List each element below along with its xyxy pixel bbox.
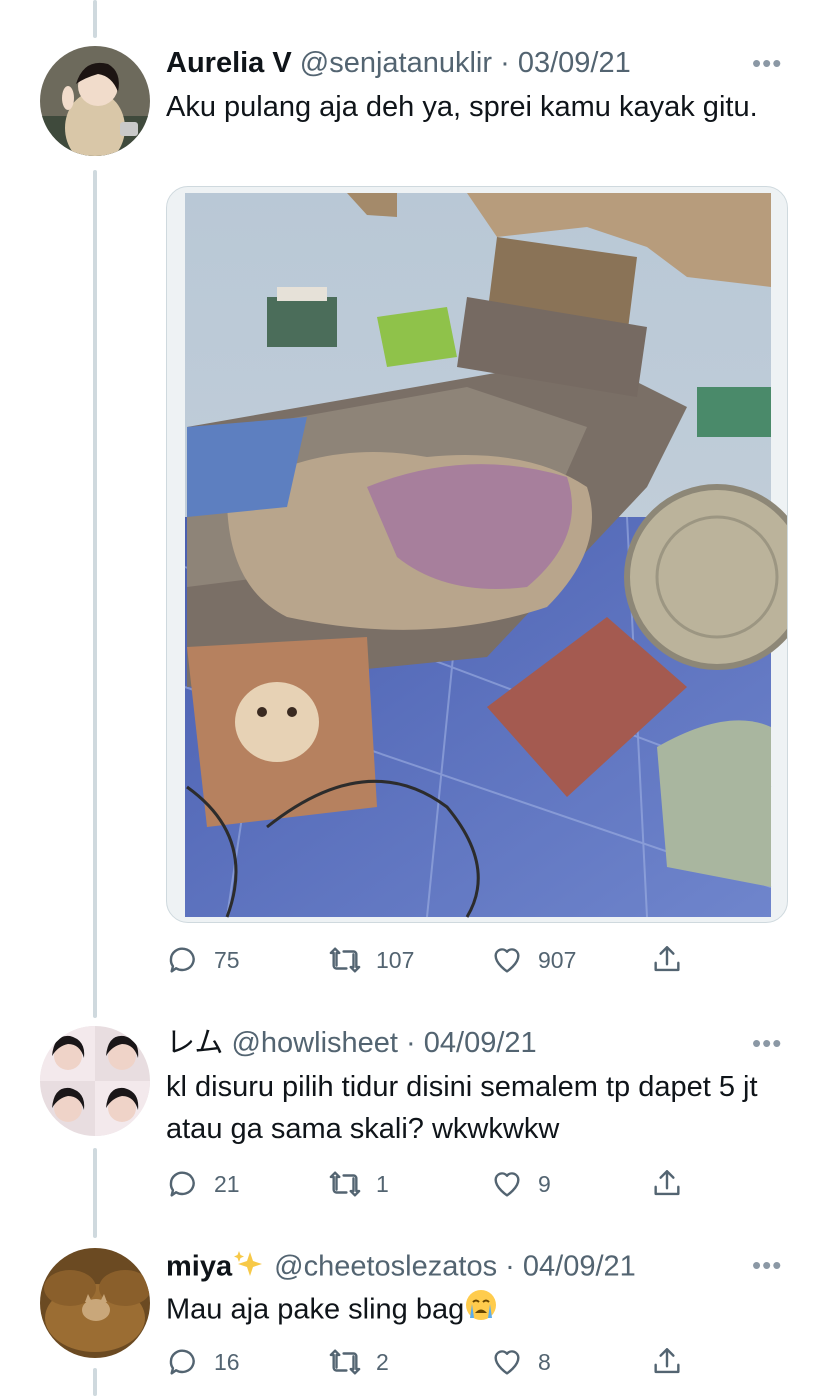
retweet-count: 2 <box>376 1348 389 1375</box>
heart-icon <box>494 1172 520 1197</box>
separator: · <box>406 1027 416 1059</box>
retweet-count: 1 <box>376 1170 389 1197</box>
reply-icon <box>169 947 195 973</box>
display-name[interactable]: Aurelia V <box>166 47 292 79</box>
share-button[interactable] <box>650 1342 684 1382</box>
user-handle[interactable]: @senjatanuklir <box>300 47 492 79</box>
reply-count: 21 <box>214 1170 240 1197</box>
tweet-photo[interactable] <box>166 186 788 923</box>
like-count: 8 <box>538 1348 551 1375</box>
avatar[interactable] <box>40 1248 150 1358</box>
retweet-button[interactable]: 2 <box>328 1342 389 1382</box>
sparkles-icon <box>232 1248 266 1288</box>
reply-count: 16 <box>214 1348 240 1375</box>
share-icon <box>654 1348 680 1374</box>
tweet-3[interactable]: miya @cheetoslezatos · 04/09/21 ••• Mau … <box>0 1222 828 1396</box>
share-icon <box>654 946 680 972</box>
tweet-date[interactable]: 04/09/21 <box>424 1027 537 1059</box>
crying-face-icon <box>464 1288 498 1334</box>
tweet-actions: 75 107 907 <box>166 940 726 980</box>
tweet-2[interactable]: レム @howlisheet · 04/09/21 ••• kl disuru … <box>0 1000 828 1220</box>
tweet-text: kl disuru pilih tidur disini semalem tp … <box>166 1071 758 1145</box>
reply-icon <box>169 1171 195 1197</box>
avatar[interactable] <box>40 1026 150 1136</box>
retweet-icon <box>329 1349 361 1375</box>
separator: · <box>505 1250 515 1283</box>
like-button[interactable]: 907 <box>490 940 576 980</box>
tweet-header: miya @cheetoslezatos · 04/09/21 <box>166 1248 636 1288</box>
like-count: 907 <box>538 946 577 973</box>
tweet-text: Aku pulang aja deh ya, sprei kamu kayak … <box>166 91 758 123</box>
share-button[interactable] <box>650 940 684 980</box>
tweet-date[interactable]: 04/09/21 <box>523 1251 636 1283</box>
like-count: 9 <box>538 1170 551 1197</box>
tweet-1[interactable]: Aurelia V @senjatanuklir · 03/09/21 ••• … <box>0 0 828 1000</box>
tweet-actions: 16 2 8 <box>166 1342 726 1382</box>
heart-icon <box>494 1350 520 1375</box>
tweet-text: Mau aja pake sling bag <box>166 1288 766 1334</box>
display-name[interactable]: レム <box>166 1027 223 1059</box>
retweet-icon <box>329 947 361 973</box>
like-button[interactable]: 9 <box>490 1164 551 1204</box>
retweet-icon <box>329 1171 361 1197</box>
share-button[interactable] <box>650 1164 684 1204</box>
user-handle[interactable]: @cheetoslezatos <box>274 1251 497 1283</box>
retweet-count: 107 <box>376 946 415 973</box>
display-name[interactable]: miya <box>166 1251 232 1283</box>
reply-button[interactable]: 16 <box>166 1342 240 1382</box>
more-options-icon[interactable]: ••• <box>752 1250 782 1281</box>
tweet-header: レム @howlisheet · 04/09/21 <box>166 1026 537 1060</box>
retweet-button[interactable]: 1 <box>328 1164 389 1204</box>
tweet-text-content: Mau aja pake sling bag <box>166 1293 465 1326</box>
reply-button[interactable]: 21 <box>166 1164 240 1204</box>
heart-icon <box>494 948 520 973</box>
user-handle[interactable]: @howlisheet <box>231 1027 397 1059</box>
more-options-icon[interactable]: ••• <box>752 1028 782 1059</box>
share-icon <box>654 1170 680 1196</box>
reply-icon <box>169 1349 195 1375</box>
separator: · <box>500 47 510 79</box>
more-options-icon[interactable]: ••• <box>752 48 782 79</box>
tweet-actions: 21 1 9 <box>166 1164 726 1204</box>
retweet-button[interactable]: 107 <box>328 940 414 980</box>
reply-button[interactable]: 75 <box>166 940 240 980</box>
like-button[interactable]: 8 <box>490 1342 551 1382</box>
reply-count: 75 <box>214 946 240 973</box>
tweet-header: Aurelia V @senjatanuklir · 03/09/21 <box>166 46 631 80</box>
avatar[interactable] <box>40 46 150 156</box>
tweet-date[interactable]: 03/09/21 <box>518 47 631 79</box>
